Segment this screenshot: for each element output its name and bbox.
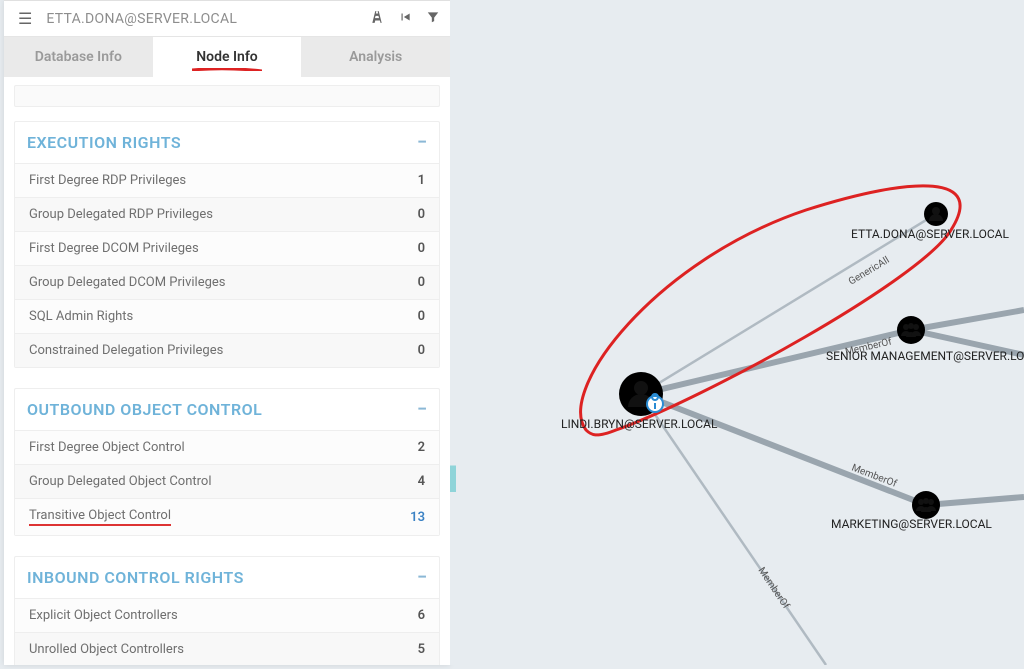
graph-edge[interactable]	[641, 214, 936, 394]
collapse-icon[interactable]: −	[417, 132, 427, 153]
table-row[interactable]: First Degree Object Control2	[15, 430, 439, 464]
filter-icon[interactable]	[426, 10, 440, 28]
step-back-icon[interactable]	[398, 10, 412, 28]
collapse-icon[interactable]: −	[417, 567, 427, 588]
table-row[interactable]: SQL Admin Rights0	[15, 299, 439, 333]
node-title: ETTA.DONA@SERVER.LOCAL	[46, 11, 370, 27]
side-panel: ☰ ETTA.DONA@SERVER.LOCAL Database Info N…	[4, 0, 450, 665]
graph-node-group[interactable]	[912, 491, 940, 519]
header-icons	[370, 10, 440, 28]
section-outbound-object-control: OUTBOUND OBJECT CONTROL − First Degree O…	[14, 388, 440, 536]
table-row[interactable]: Transitive Object Control 13	[15, 498, 439, 535]
table-row[interactable]: Unrolled Object Controllers5	[15, 632, 439, 665]
panel-header: ☰ ETTA.DONA@SERVER.LOCAL	[4, 1, 450, 37]
section-header[interactable]: INBOUND CONTROL RIGHTS −	[15, 557, 439, 598]
tabs: Database Info Node Info Analysis	[4, 37, 450, 77]
edge-label: GenericAll	[847, 255, 892, 288]
graph-canvas[interactable]: GenericAll MemberOf MemberOf MemberOf ET…	[456, 0, 1024, 665]
panel-scroll[interactable]: EXECUTION RIGHTS − First Degree RDP Priv…	[4, 77, 450, 665]
section-title: EXECUTION RIGHTS	[27, 133, 181, 152]
road-icon[interactable]	[370, 10, 384, 28]
tab-node-info-label: Node Info	[196, 49, 257, 65]
node-label: LINDI.BRYN@SERVER.LOCAL	[561, 417, 718, 431]
node-label: ETTA.DONA@SERVER.LOCAL	[851, 227, 1010, 241]
section-execution-rights: EXECUTION RIGHTS − First Degree RDP Priv…	[14, 121, 440, 368]
table-row[interactable]: Group Delegated RDP Privileges0	[15, 197, 439, 231]
collapse-icon[interactable]: −	[417, 399, 427, 420]
node-label: SENIOR MANAGEMENT@SERVER.LOCAL	[826, 349, 1024, 363]
section-title: OUTBOUND OBJECT CONTROL	[27, 400, 262, 419]
graph-node-user[interactable]	[924, 202, 948, 226]
section-title: INBOUND CONTROL RIGHTS	[27, 568, 244, 587]
table-row[interactable]: Group Delegated DCOM Privileges0	[15, 265, 439, 299]
edge-label: MemberOf	[756, 565, 793, 611]
graph-edge[interactable]	[911, 310, 1024, 330]
section-header[interactable]: EXECUTION RIGHTS −	[15, 122, 439, 163]
graph-edge[interactable]	[926, 497, 1024, 505]
graph-edge[interactable]	[641, 394, 926, 505]
table-row[interactable]: First Degree RDP Privileges1	[15, 163, 439, 197]
table-row[interactable]: Explicit Object Controllers6	[15, 598, 439, 632]
collapsed-section[interactable]	[14, 85, 440, 107]
tab-database-info[interactable]: Database Info	[4, 37, 153, 77]
section-inbound-control-rights: INBOUND CONTROL RIGHTS − Explicit Object…	[14, 556, 440, 665]
table-row[interactable]: Constrained Delegation Privileges0	[15, 333, 439, 367]
section-header[interactable]: OUTBOUND OBJECT CONTROL −	[15, 389, 439, 430]
tab-analysis[interactable]: Analysis	[301, 37, 450, 77]
graph-edge[interactable]	[641, 394, 826, 665]
table-row[interactable]: Group Delegated Object Control4	[15, 464, 439, 498]
table-row[interactable]: First Degree DCOM Privileges0	[15, 231, 439, 265]
tab-node-info[interactable]: Node Info	[153, 37, 302, 77]
menu-icon[interactable]: ☰	[12, 7, 38, 30]
graph-node-group[interactable]	[897, 316, 925, 344]
graph-node-user[interactable]	[619, 372, 663, 416]
node-label: MARKETING@SERVER.LOCAL	[831, 517, 992, 531]
